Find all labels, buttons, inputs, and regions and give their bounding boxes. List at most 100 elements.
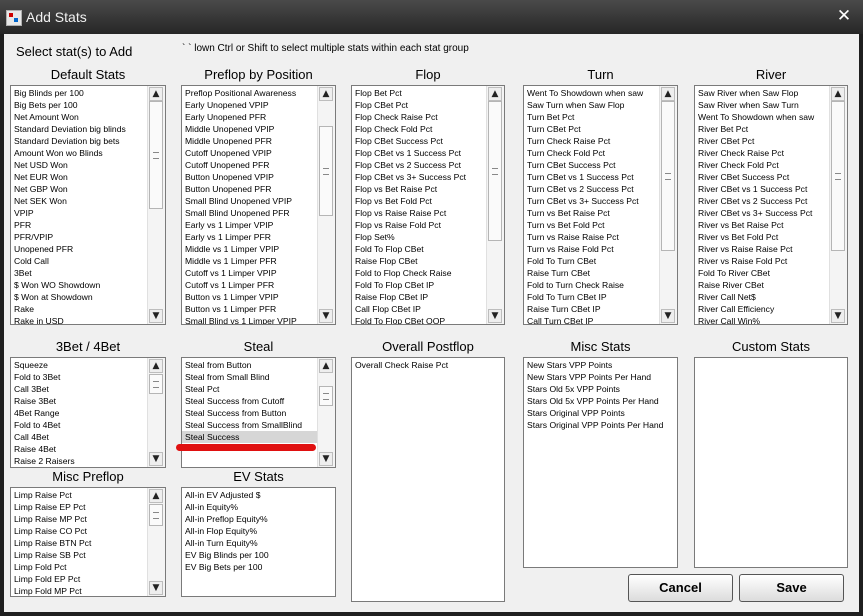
stat-list-item[interactable]: Steal Success from Cutoff (182, 395, 318, 407)
stat-list-item[interactable]: Small Blind Unopened PFR (182, 207, 318, 219)
stat-list-item[interactable]: Flop CBet vs 2 Success Pct (352, 159, 487, 171)
stat-list-item[interactable]: Limp Raise MP Pct (11, 513, 148, 525)
stat-list-item[interactable]: River vs Bet Raise Pct (695, 219, 830, 231)
close-icon[interactable]: ✕ (835, 7, 853, 25)
scroll-down-arrow-icon[interactable]: ▼ (319, 309, 333, 323)
scrollbar[interactable]: ▲ ▼ (486, 86, 504, 324)
stat-list-item[interactable]: Went To Showdown when saw (524, 87, 660, 99)
stat-list-item[interactable]: Limp Raise CO Pct (11, 525, 148, 537)
stat-list-item[interactable]: River Bet Pct (695, 123, 830, 135)
scroll-up-arrow-icon[interactable]: ▲ (488, 87, 502, 101)
stat-list-item[interactable]: Fold To Flop CBet IP (352, 279, 487, 291)
stat-list-item[interactable]: Early vs 1 Limper PFR (182, 231, 318, 243)
scroll-up-arrow-icon[interactable]: ▲ (149, 359, 163, 373)
stat-list-item[interactable]: Cutoff Unopened VPIP (182, 147, 318, 159)
stat-list-item[interactable]: Raise Turn CBet (524, 267, 660, 279)
stat-list-item[interactable]: Steal Success from SmallBlind (182, 419, 318, 431)
stat-listbox[interactable]: Flop Bet Pct Flop CBet Pct Flop Check Rais… (351, 85, 505, 325)
stat-list-item[interactable]: $ Won at Showdown (11, 291, 148, 303)
stat-list-item[interactable]: River Check Fold Pct (695, 159, 830, 171)
stat-list-item[interactable]: Middle vs 1 Limper VPIP (182, 243, 318, 255)
stat-list-item[interactable]: EV Big Bets per 100 (182, 561, 335, 573)
stat-list-item[interactable]: River CBet vs 3+ Success Pct (695, 207, 830, 219)
stat-list-item[interactable]: Stars Original VPP Points (524, 407, 677, 419)
stat-list-item[interactable]: Big Bets per 100 (11, 99, 148, 111)
stat-listbox[interactable]: Went To Showdown when saw Saw Turn when S… (523, 85, 678, 325)
stat-listbox[interactable]: Big Blinds per 100 Big Bets per 100 Net Am… (10, 85, 166, 325)
stat-list-item[interactable]: Limp Fold EP Pct (11, 573, 148, 585)
stat-list-item[interactable]: Turn CBet Success Pct (524, 159, 660, 171)
stat-list-item[interactable]: Fold To Flop CBet OOP (352, 315, 487, 324)
scroll-up-arrow-icon[interactable]: ▲ (661, 87, 675, 101)
stat-list-item[interactable]: Raise 2 Raisers (11, 455, 148, 467)
stat-list-item[interactable]: New Stars VPP Points (524, 359, 677, 371)
stat-list-item[interactable]: Turn Check Raise Pct (524, 135, 660, 147)
scrollbar[interactable]: ▲ ▼ (147, 488, 165, 596)
stat-list-item[interactable]: River CBet Success Pct (695, 171, 830, 183)
stat-list-item[interactable]: Raise 4Bet (11, 443, 148, 455)
scroll-thumb[interactable] (149, 101, 163, 209)
stat-list-item[interactable]: Early Unopened PFR (182, 111, 318, 123)
scroll-thumb[interactable] (319, 386, 333, 406)
stat-listbox[interactable]: All-in EV Adjusted $ All-in Equity% All-in… (181, 487, 336, 597)
stat-list-item[interactable]: Early Unopened VPIP (182, 99, 318, 111)
stat-list-item[interactable]: Steal Success from Button (182, 407, 318, 419)
stat-list-item[interactable]: Small Blind Unopened VPIP (182, 195, 318, 207)
stat-list-item[interactable]: Limp Raise BTN Pct (11, 537, 148, 549)
stat-list-item[interactable]: Rake in USD (11, 315, 148, 324)
stat-list-item[interactable]: Limp Raise EP Pct (11, 501, 148, 513)
stat-list-item[interactable]: Middle Unopened VPIP (182, 123, 318, 135)
stat-list-item[interactable]: Flop Check Fold Pct (352, 123, 487, 135)
scroll-up-arrow-icon[interactable]: ▲ (831, 87, 845, 101)
stat-list-item[interactable]: Limp Raise SB Pct (11, 549, 148, 561)
stat-list-item[interactable]: Call Flop CBet IP (352, 303, 487, 315)
stat-list-item[interactable]: $ Won WO Showdown (11, 279, 148, 291)
stat-list-item[interactable]: Flop vs Raise Fold Pct (352, 219, 487, 231)
scrollbar[interactable]: ▲ ▼ (317, 358, 335, 467)
save-button[interactable]: Save (739, 574, 844, 602)
stat-list-item[interactable]: Overall Check Raise Pct (352, 359, 504, 371)
stat-list-item[interactable]: Flop vs Bet Fold Pct (352, 195, 487, 207)
stat-listbox[interactable]: New Stars VPP Points New Stars VPP Points… (523, 357, 678, 568)
stat-list-item[interactable]: Raise Flop CBet (352, 255, 487, 267)
scroll-thumb[interactable] (319, 126, 333, 216)
stat-list-item[interactable]: River CBet Pct (695, 135, 830, 147)
stat-list-item[interactable]: Raise 3Bet (11, 395, 148, 407)
stat-list-item[interactable]: Limp Fold MP Pct (11, 585, 148, 596)
stat-list-item[interactable]: All-in Flop Equity% (182, 525, 335, 537)
cancel-button[interactable]: Cancel (628, 574, 733, 602)
stat-list-item[interactable]: Button Unopened VPIP (182, 171, 318, 183)
stat-list-item[interactable]: Button vs 1 Limper VPIP (182, 291, 318, 303)
stat-list-item[interactable]: Turn vs Raise Raise Pct (524, 231, 660, 243)
stat-list-item[interactable]: Flop CBet Success Pct (352, 135, 487, 147)
stat-list-item[interactable]: River Call Win% (695, 315, 830, 324)
stat-list-item[interactable]: Fold To River CBet (695, 267, 830, 279)
stat-list-item[interactable]: All-in EV Adjusted $ (182, 489, 335, 501)
stat-list-item[interactable]: Standard Deviation big blinds (11, 123, 148, 135)
stat-list-item[interactable]: Steal Pct (182, 383, 318, 395)
scroll-up-arrow-icon[interactable]: ▲ (149, 489, 163, 503)
stat-list-item[interactable]: River Check Raise Pct (695, 147, 830, 159)
stat-list-item[interactable]: All-in Preflop Equity% (182, 513, 335, 525)
stat-listbox[interactable]: Steal from Button Steal from Small Blind S… (181, 357, 336, 468)
stat-list-item[interactable]: Limp Raise Pct (11, 489, 148, 501)
stat-list-item[interactable]: 3Bet (11, 267, 148, 279)
stat-list-item[interactable]: Turn vs Bet Fold Pct (524, 219, 660, 231)
stat-list-item[interactable]: Net EUR Won (11, 171, 148, 183)
stat-list-item[interactable]: Fold To Flop CBet (352, 243, 487, 255)
scroll-up-arrow-icon[interactable]: ▲ (319, 87, 333, 101)
stat-list-item[interactable]: Rake (11, 303, 148, 315)
scroll-thumb[interactable] (488, 101, 502, 241)
stat-list-item[interactable]: Net GBP Won (11, 183, 148, 195)
stat-list-item[interactable]: River Call Net$ (695, 291, 830, 303)
scroll-down-arrow-icon[interactable]: ▼ (488, 309, 502, 323)
stat-list-item[interactable]: Flop Set% (352, 231, 487, 243)
scrollbar[interactable]: ▲ ▼ (829, 86, 847, 324)
stat-list-item[interactable]: 4Bet Range (11, 407, 148, 419)
stat-list-item[interactable]: Fold to 4Bet (11, 419, 148, 431)
stat-listbox[interactable] (694, 357, 848, 568)
scrollbar[interactable]: ▲ ▼ (147, 86, 165, 324)
stat-list-item[interactable]: Net USD Won (11, 159, 148, 171)
stat-list-item[interactable] (182, 455, 318, 467)
stat-list-item[interactable]: Stars Old 5x VPP Points Per Hand (524, 395, 677, 407)
